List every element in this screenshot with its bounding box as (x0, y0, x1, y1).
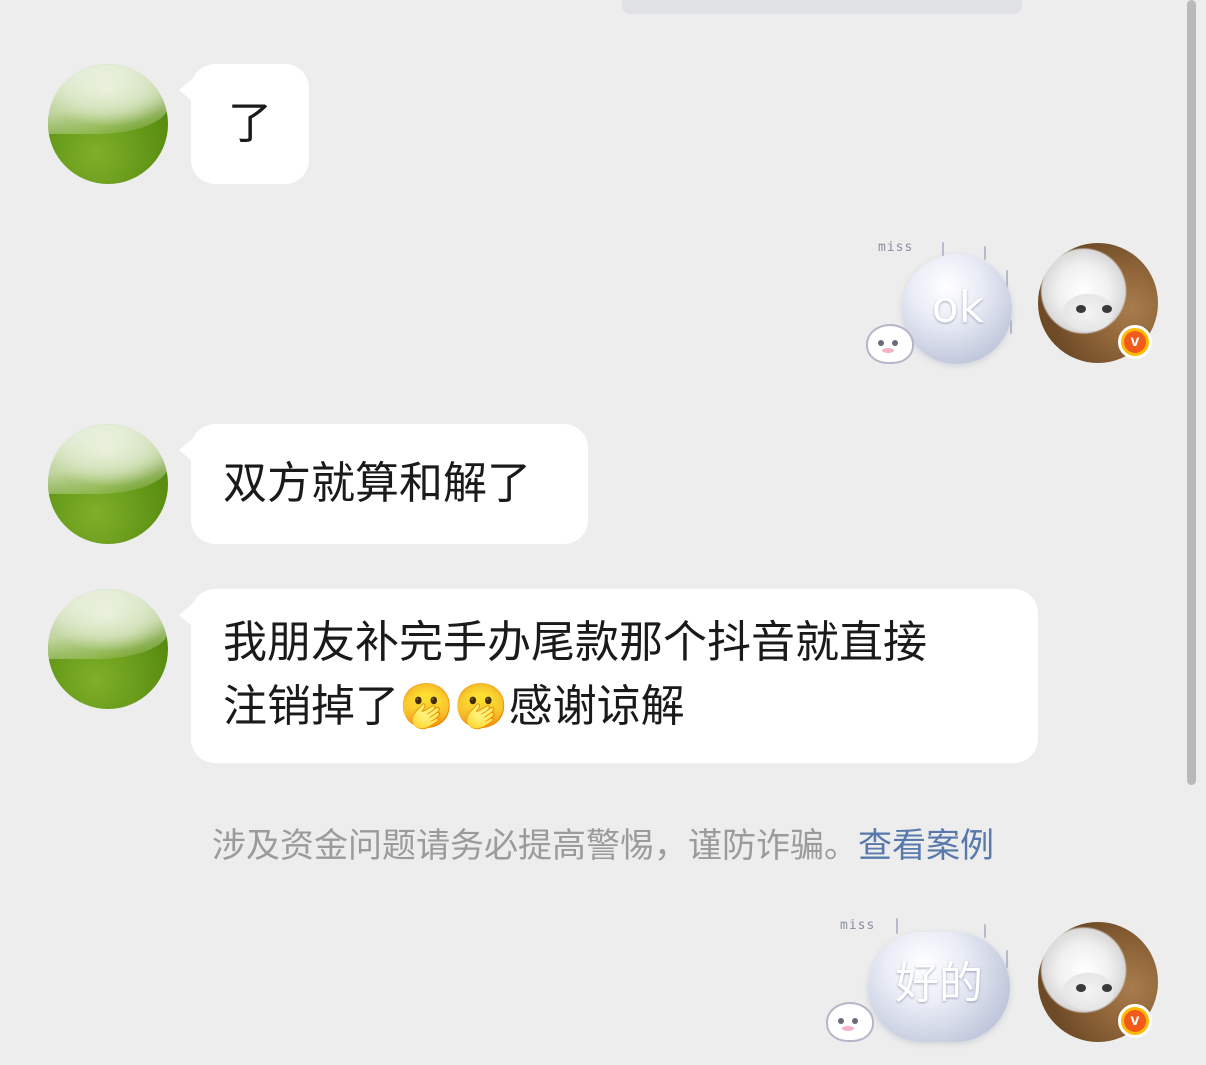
eye (1076, 984, 1086, 992)
previous-message-fragment (622, 0, 1022, 14)
contact-avatar[interactable] (48, 424, 168, 544)
sticker-message-right[interactable]: miss ok (860, 236, 1020, 386)
eye (1076, 305, 1086, 313)
contact-avatar[interactable] (48, 64, 168, 184)
message-bubble-left[interactable]: 我朋友补完手办尾款那个抖音就直接 注销掉了🫢🫢感谢谅解 (179, 589, 1038, 763)
rain-decoration (984, 246, 986, 260)
ghost-sticker-icon (826, 1002, 874, 1042)
sticker-caption: miss (840, 918, 876, 933)
message-bubble-left[interactable]: 双方就算和解了 (179, 424, 588, 544)
safety-notice: 涉及资金问题请务必提高警惕，谨防诈骗。查看案例 (0, 822, 1206, 870)
sticker-caption: miss (878, 240, 914, 255)
message-text: 双方就算和解了 (223, 458, 531, 509)
eye (1102, 984, 1112, 992)
notice-text: 涉及资金问题请务必提高警惕，谨防诈骗。 (212, 826, 858, 866)
ghost-sticker-icon (866, 324, 914, 364)
rain-decoration (984, 924, 986, 938)
eye (1102, 305, 1112, 313)
rain-decoration (896, 918, 898, 934)
rain-decoration (1006, 950, 1008, 968)
scrollbar[interactable] (1187, 0, 1196, 785)
message-bubble-left[interactable]: 了 (179, 64, 309, 184)
sticker-text: ok (931, 282, 985, 333)
sticker-message-right[interactable]: miss 好的 (822, 914, 1018, 1064)
sticker-text: 好的 (895, 958, 983, 1009)
message-text: 了 (228, 98, 272, 149)
message-text: 我朋友补完手办尾款那个抖音就直接 注销掉了🫢🫢感谢谅解 (223, 617, 927, 732)
verified-v-badge-icon: v (1118, 1004, 1152, 1038)
contact-avatar[interactable] (48, 589, 168, 709)
verified-v-badge-icon: v (1118, 325, 1152, 359)
view-cases-link[interactable]: 查看案例 (858, 826, 994, 866)
